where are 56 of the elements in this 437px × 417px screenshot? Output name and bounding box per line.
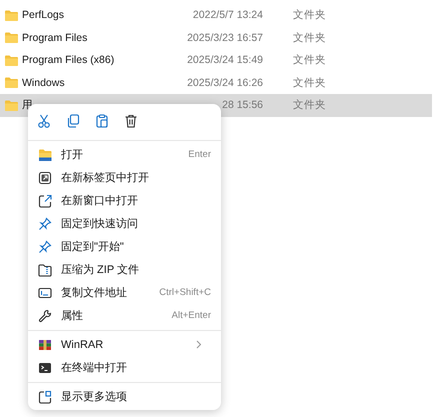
file-name: PerfLogs: [22, 9, 66, 22]
zip-folder-icon: [38, 262, 52, 276]
trash-icon: [124, 114, 138, 128]
folder-icon: [5, 77, 18, 88]
path-icon: [38, 286, 52, 300]
file-name: Program Files (x86): [22, 54, 116, 66]
file-row[interactable]: Program Files (x86) 2025/3/24 15:49 文件夹: [0, 49, 432, 72]
external-link-icon: [38, 194, 52, 208]
copy-icon: [66, 114, 80, 128]
folder-icon: [5, 32, 18, 44]
modified-date: 2025/3/24 15:49: [186, 54, 263, 66]
menu-item[interactable]: 压缩为 ZIP 文件: [28, 258, 221, 281]
pin-icon: [38, 240, 52, 254]
shortcut-label: Enter: [188, 149, 211, 160]
more-options-icon: [38, 390, 52, 404]
file-name: Windows: [22, 76, 66, 89]
file-type: 文件夹: [293, 8, 326, 22]
menu-item[interactable]: 固定到"开始": [28, 235, 221, 258]
modified-date: 2022/5/7 13:24: [192, 9, 263, 22]
folder-icon: [5, 100, 18, 111]
menu-item[interactable]: WinRAR: [28, 333, 221, 356]
file-type: 文件夹: [293, 30, 326, 45]
menu-item[interactable]: 显示更多选项: [28, 385, 221, 408]
copy-button[interactable]: [66, 114, 80, 128]
menu-item[interactable]: 打开 Enter: [28, 143, 221, 166]
terminal-icon: [38, 360, 52, 374]
folder-icon: [38, 148, 52, 162]
clipboard-icon: [95, 114, 109, 128]
trash-button[interactable]: [124, 114, 138, 128]
file-type: 文件夹: [293, 98, 326, 112]
menu-item[interactable]: 复制文件地址 Ctrl+Shift+C: [28, 281, 221, 304]
file-row[interactable]: Windows 2025/3/24 16:26 文件夹: [0, 72, 432, 94]
modified-date: 28 15:56: [221, 99, 263, 112]
wrench-icon: [38, 308, 52, 322]
menu-item[interactable]: 固定到快速访问: [28, 212, 221, 235]
modified-date: 2025/3/23 16:57: [186, 32, 263, 44]
scissors-button[interactable]: [37, 114, 51, 128]
menu-item[interactable]: 在终端中打开: [28, 356, 221, 379]
folder-icon: [5, 54, 18, 66]
shortcut-label: Alt+Enter: [172, 310, 211, 321]
scissors-icon: [37, 114, 51, 128]
folder-icon: [5, 10, 18, 21]
menu-item[interactable]: 在新窗口中打开: [28, 189, 221, 212]
new-tab-icon: [38, 170, 52, 184]
clipboard-button[interactable]: [95, 114, 109, 128]
menu-item[interactable]: 在新标签页中打开: [28, 166, 221, 189]
file-name: Program Files: [22, 32, 88, 44]
archive-stack-icon: [38, 338, 52, 352]
file-type: 文件夹: [293, 76, 326, 90]
pin-icon: [38, 216, 52, 230]
file-type: 文件夹: [293, 53, 326, 68]
shortcut-label: Ctrl+Shift+C: [159, 287, 211, 298]
menu-item[interactable]: 属性 Alt+Enter: [28, 304, 221, 327]
file-row[interactable]: PerfLogs 2022/5/7 13:24 文件夹: [0, 4, 432, 26]
file-row[interactable]: Program Files 2025/3/23 16:57 文件夹: [0, 26, 432, 49]
modified-date: 2025/3/24 16:26: [186, 76, 263, 89]
